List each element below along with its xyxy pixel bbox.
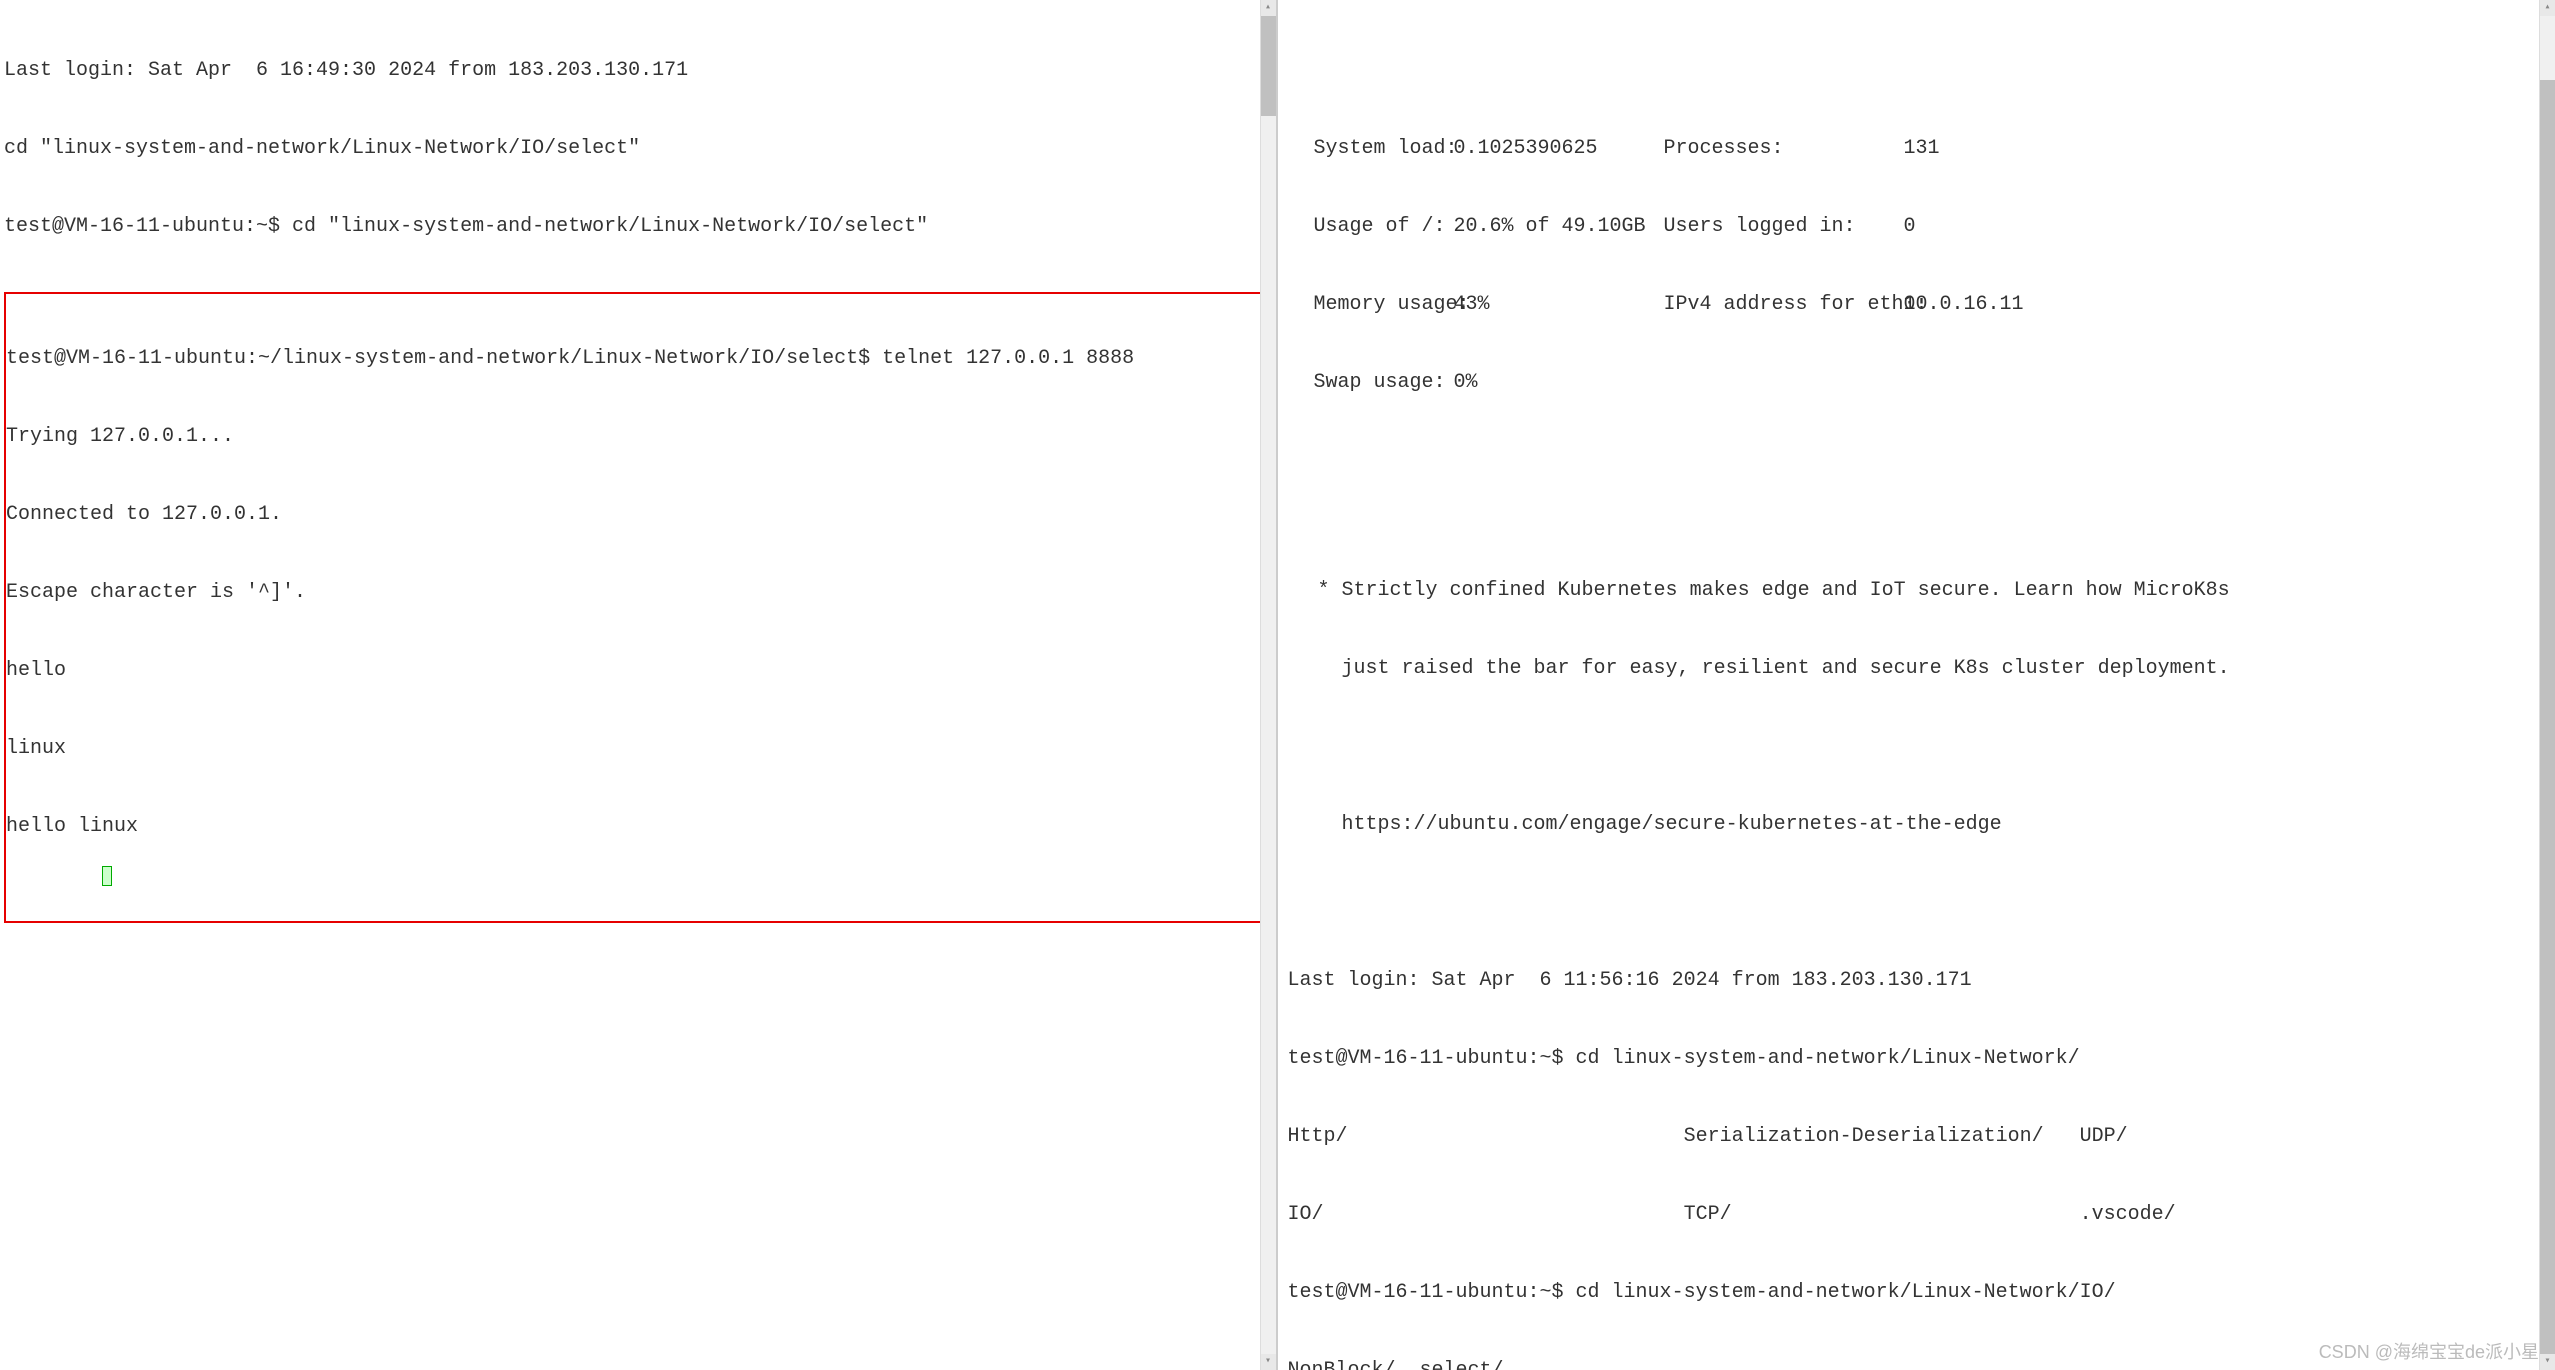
sysinfo-row: Swap usage:0% (1314, 370, 2552, 396)
terminal-line: Last login: Sat Apr 6 16:49:30 2024 from… (4, 58, 1272, 84)
terminal-line: Trying 127.0.0.1... (6, 424, 1270, 450)
left-terminal-content: Last login: Sat Apr 6 16:49:30 2024 from… (0, 0, 1276, 979)
scroll-up-icon[interactable]: ▴ (2540, 0, 2555, 16)
terminal-line: linux (6, 736, 1270, 762)
cursor-icon (102, 866, 112, 886)
right-terminal-content: System load:0.1025390625Processes:131 Us… (1278, 0, 2555, 1370)
scroll-up-icon[interactable]: ▴ (1261, 0, 1276, 16)
sysinfo-row: Usage of /:20.6% of 49.10GBUsers logged … (1314, 214, 2552, 240)
left-highlight-box: test@VM-16-11-ubuntu:~/linux-system-and-… (4, 292, 1272, 923)
scroll-down-icon[interactable]: ▾ (2540, 1354, 2555, 1370)
terminal-line: test@VM-16-11-ubuntu:~/linux-system-and-… (6, 346, 1270, 372)
terminal-line: Http/ Serialization-Deserialization/ UDP… (1288, 1124, 2552, 1150)
terminal-line: Last login: Sat Apr 6 11:56:16 2024 from… (1288, 968, 2552, 994)
scrollbar-thumb[interactable] (1261, 16, 1276, 116)
terminal-line: hello linux (6, 814, 1270, 840)
right-scrollbar[interactable]: ▴ ▾ (2539, 0, 2555, 1370)
terminal-line: test@VM-16-11-ubuntu:~$ cd linux-system-… (1288, 1280, 2552, 1306)
motd-line: * Strictly confined Kubernetes makes edg… (1288, 578, 2552, 604)
terminal-line: hello (6, 658, 1270, 684)
terminal-line: Escape character is '^]'. (6, 580, 1270, 606)
scrollbar-thumb[interactable] (2540, 80, 2555, 1354)
scroll-down-icon[interactable]: ▾ (1261, 1354, 1276, 1370)
motd-line: https://ubuntu.com/engage/secure-kuberne… (1288, 812, 2552, 838)
left-terminal-pane[interactable]: Last login: Sat Apr 6 16:49:30 2024 from… (0, 0, 1278, 1370)
terminal-line: test@VM-16-11-ubuntu:~$ cd "linux-system… (4, 214, 1272, 240)
left-scrollbar[interactable]: ▴ ▾ (1260, 0, 1276, 1370)
split-container: Last login: Sat Apr 6 16:49:30 2024 from… (0, 0, 2555, 1370)
terminal-line: cd "linux-system-and-network/Linux-Netwo… (4, 136, 1272, 162)
terminal-line: Connected to 127.0.0.1. (6, 502, 1270, 528)
watermark-text: CSDN @海绵宝宝de派小星 (2319, 1341, 2539, 1364)
terminal-line: test@VM-16-11-ubuntu:~$ cd linux-system-… (1288, 1046, 2552, 1072)
right-terminal-pane[interactable]: System load:0.1025390625Processes:131 Us… (1278, 0, 2555, 1370)
sysinfo-row: System load:0.1025390625Processes:131 (1314, 136, 2552, 162)
sysinfo-row: Memory usage:43%IPv4 address for eth0:10… (1314, 292, 2552, 318)
motd-line: just raised the bar for easy, resilient … (1288, 656, 2552, 682)
terminal-line: IO/ TCP/ .vscode/ (1288, 1202, 2552, 1228)
